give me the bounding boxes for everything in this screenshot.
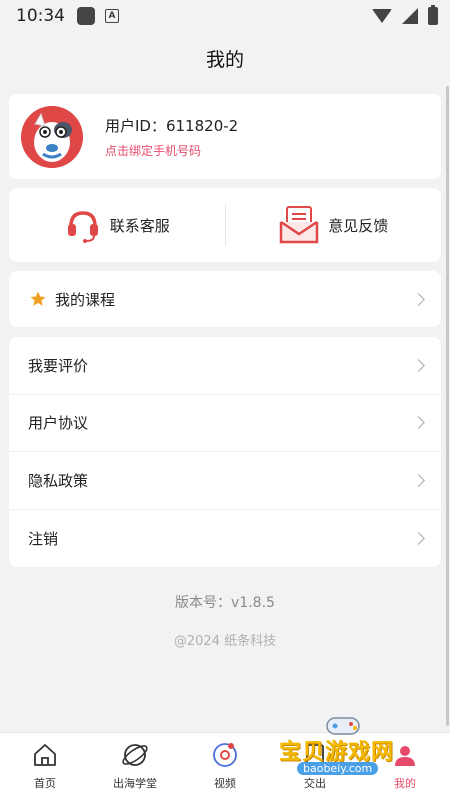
tab-label: 视频	[214, 777, 236, 790]
contact-card: 联系客服 意见反馈	[9, 188, 441, 262]
profile-card[interactable]: 用户ID：611820-2 点击绑定手机号码	[9, 94, 441, 179]
chevron-right-icon	[412, 358, 425, 372]
video-disc-icon	[211, 741, 239, 769]
settings-menu: 我要评价 用户协议 隐私政策 注销	[9, 337, 441, 567]
feedback-label: 意见反馈	[328, 216, 389, 235]
tab-home[interactable]: 首页	[0, 733, 90, 800]
feedback-button[interactable]: 意见反馈	[226, 188, 442, 262]
signal-icon	[402, 8, 418, 24]
status-time: 10:34	[16, 6, 65, 26]
contact-service-button[interactable]: 联系客服	[9, 188, 225, 262]
user-icon	[391, 741, 419, 769]
tab-label: 交出	[304, 777, 326, 790]
version-text: 版本号：v1.8.5	[175, 595, 275, 611]
tab-label: 出海学堂	[113, 777, 157, 790]
bottom-tab-bar: 首页 出海学堂 视频 交出 我的	[0, 732, 450, 800]
menu-item-privacy-policy[interactable]: 隐私政策	[9, 452, 441, 510]
chevron-right-icon	[412, 416, 425, 430]
my-courses-row[interactable]: 我的课程	[9, 271, 441, 327]
tab-fourth[interactable]: 交出	[270, 733, 360, 800]
bind-phone-link[interactable]: 点击绑定手机号码	[105, 142, 238, 159]
status-right-icons	[372, 5, 438, 25]
my-courses-label: 我的课程	[55, 290, 116, 309]
tab-video[interactable]: 视频	[180, 733, 270, 800]
avatar[interactable]	[21, 105, 83, 168]
notification-a-icon: A	[105, 9, 119, 23]
battery-icon	[428, 5, 438, 25]
menu-item-delete-account[interactable]: 注销	[9, 510, 441, 568]
menu-item-label: 我要评价	[28, 356, 89, 375]
dog-avatar-icon	[21, 105, 83, 168]
feedback-envelope-icon	[279, 206, 319, 244]
wifi-icon	[372, 9, 392, 23]
copyright-text: @2024 纸条科技	[173, 634, 277, 649]
menu-item-user-agreement[interactable]: 用户协议	[9, 395, 441, 452]
menu-item-rate[interactable]: 我要评价	[9, 337, 441, 395]
menu-item-label: 注销	[28, 529, 59, 548]
scrollbar[interactable]	[446, 86, 449, 726]
tab-label: 我的	[394, 777, 416, 790]
page-header: 我的	[0, 32, 450, 84]
profile-text: 用户ID：611820-2 点击绑定手机号码	[105, 115, 238, 159]
tab-mine[interactable]: 我的	[360, 733, 450, 800]
home-icon	[31, 741, 59, 769]
status-bar: 10:34 A	[0, 0, 450, 32]
tab-label: 首页	[34, 777, 56, 790]
star-icon	[30, 291, 46, 306]
headset-icon	[67, 211, 98, 243]
planet-icon	[121, 741, 149, 769]
page-title: 我的	[205, 48, 244, 71]
chevron-right-icon	[412, 531, 425, 545]
chevron-right-icon	[412, 292, 425, 306]
menu-item-label: 隐私政策	[28, 471, 89, 490]
document-icon	[301, 741, 329, 769]
chevron-right-icon	[412, 473, 425, 487]
notification-square-icon	[77, 7, 95, 25]
contact-service-label: 联系客服	[109, 216, 170, 235]
tab-academy[interactable]: 出海学堂	[90, 733, 180, 800]
menu-item-label: 用户协议	[28, 414, 89, 433]
user-id: 用户ID：611820-2	[105, 116, 239, 135]
